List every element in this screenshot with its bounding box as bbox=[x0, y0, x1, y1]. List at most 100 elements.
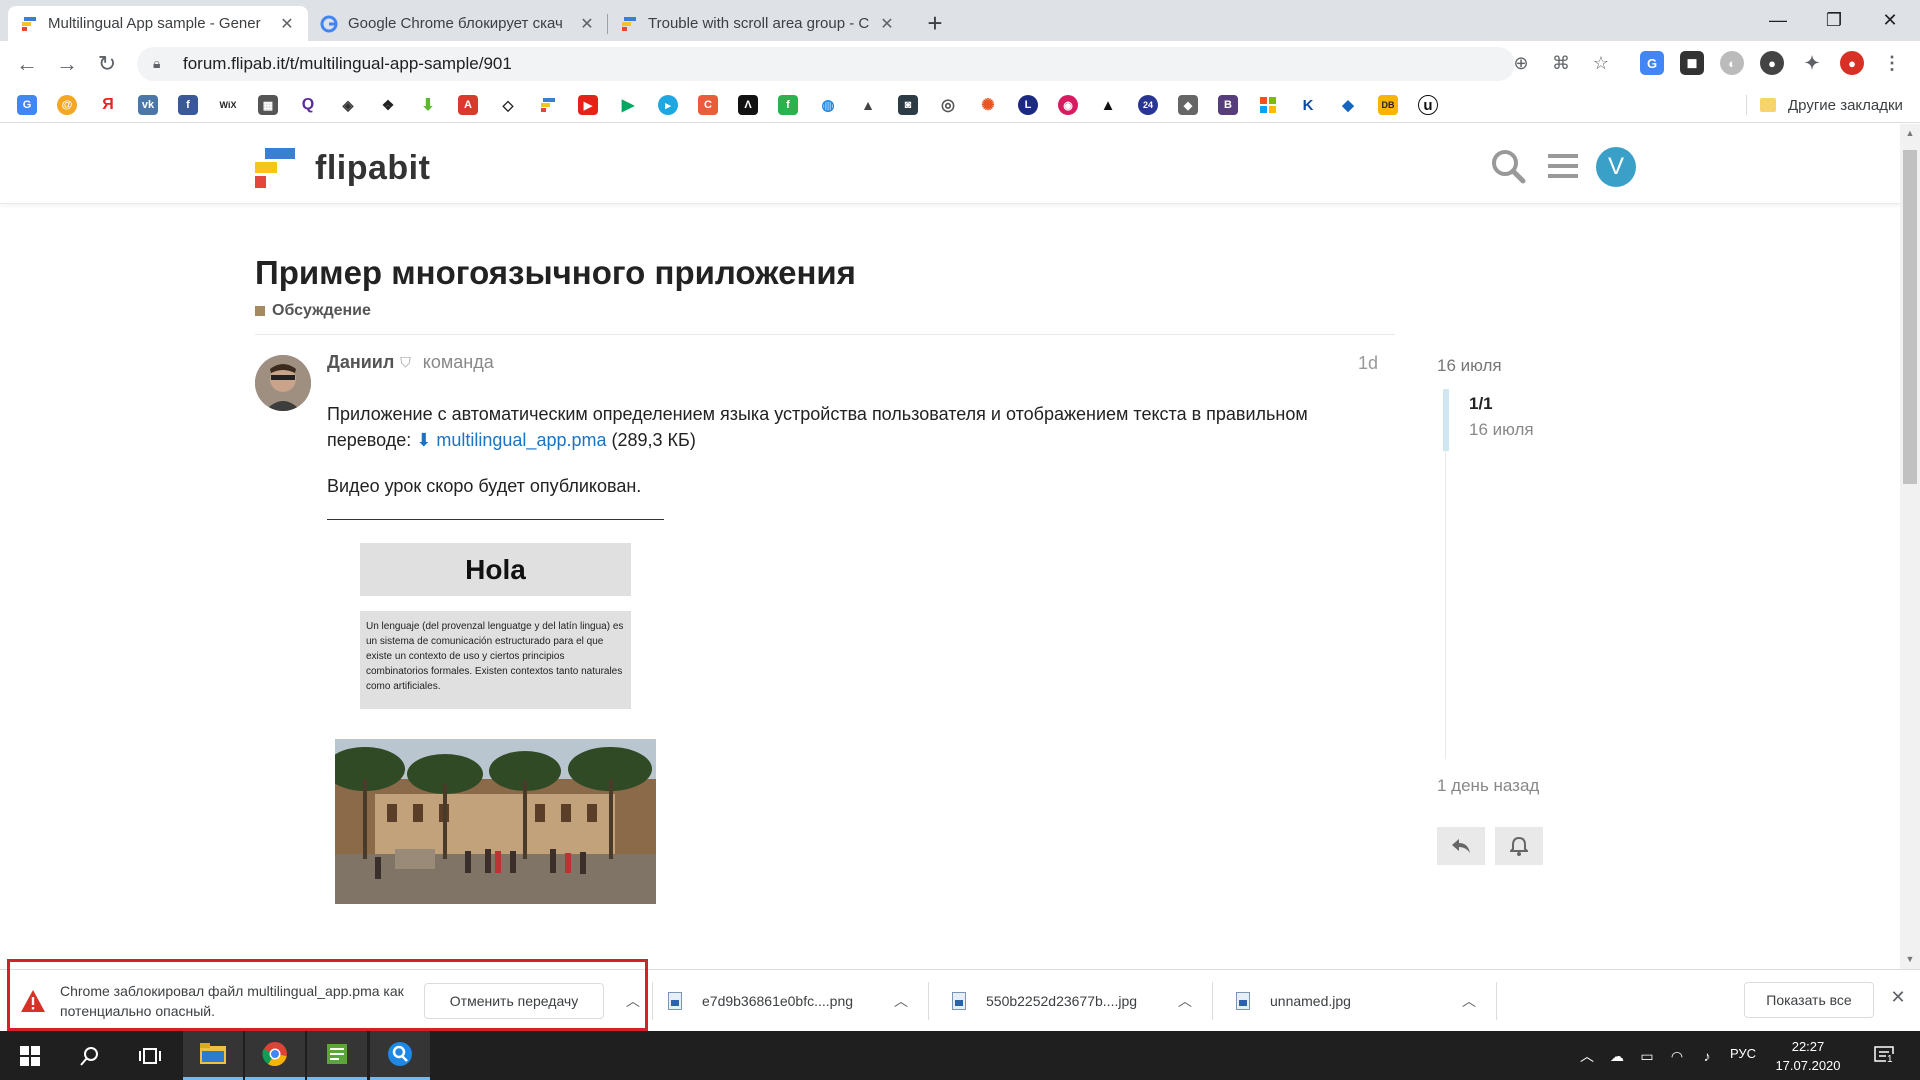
cube-extension-icon[interactable]: ◼ bbox=[1680, 51, 1704, 75]
chevron-up-icon[interactable]: ︿ bbox=[1172, 991, 1198, 1011]
close-tab-icon[interactable]: ✕ bbox=[278, 14, 296, 34]
restore-icon[interactable]: ❐ bbox=[1804, 0, 1864, 41]
tab-multilingual-app[interactable]: Multilingual App sample - Gener ✕ bbox=[8, 6, 308, 41]
circle-24-bookmark-icon[interactable]: 24 bbox=[1138, 95, 1158, 115]
hola-image[interactable]: Hola Un lenguaje (del provenzal lenguatg… bbox=[360, 543, 631, 709]
adobe-bookmark-icon[interactable]: A bbox=[458, 95, 478, 115]
camera-bookmark-icon[interactable]: ◙ bbox=[898, 95, 918, 115]
search-taskbar-button[interactable] bbox=[60, 1031, 120, 1080]
search-icon[interactable] bbox=[1488, 146, 1528, 186]
chevron-up-icon[interactable]: ︿ bbox=[888, 991, 914, 1011]
unreal-bookmark-icon[interactable]: u bbox=[1418, 95, 1438, 115]
qualtrics-bookmark-icon[interactable]: Q bbox=[298, 95, 318, 115]
tab-google-chrome[interactable]: Google Chrome блокирует скач ✕ bbox=[308, 6, 608, 41]
install-app-icon[interactable]: ⊕ bbox=[1508, 50, 1534, 76]
calculator-bookmark-icon[interactable]: ▦ bbox=[258, 95, 278, 115]
package-bookmark-icon[interactable]: ❖ bbox=[378, 95, 398, 115]
translate-icon[interactable]: ⌘ bbox=[1548, 50, 1574, 76]
page-scrollbar[interactable]: ▲ ▼ bbox=[1900, 124, 1920, 969]
volume-icon[interactable]: ♪ bbox=[1696, 1046, 1718, 1066]
post-age[interactable]: 1d bbox=[1358, 353, 1378, 374]
download-bookmark-icon[interactable]: ⬇ bbox=[418, 95, 438, 115]
feedly-bookmark-icon[interactable]: f bbox=[778, 95, 798, 115]
academic-bookmark-icon[interactable]: ▲ bbox=[1098, 95, 1118, 115]
drop-bookmark-icon[interactable]: ◍ bbox=[818, 95, 838, 115]
timeline-last-activity[interactable]: 1 день назад bbox=[1437, 776, 1539, 796]
start-button[interactable] bbox=[0, 1031, 60, 1080]
youtube-bookmark-icon[interactable]: ▶ bbox=[578, 95, 598, 115]
luna-bookmark-icon[interactable]: L bbox=[1018, 95, 1038, 115]
flipabit-bookmark-icon[interactable] bbox=[538, 95, 558, 115]
pdf-bookmark-icon[interactable]: C bbox=[698, 95, 718, 115]
graduation-bookmark-icon[interactable]: ▲ bbox=[858, 95, 878, 115]
onedrive-cloud-icon[interactable]: ☁ bbox=[1606, 1046, 1628, 1066]
plaza-photo[interactable] bbox=[335, 739, 656, 904]
target-bookmark-icon[interactable]: ◉ bbox=[1058, 95, 1078, 115]
back-icon[interactable]: ← bbox=[12, 49, 42, 79]
codepen-bookmark-icon[interactable]: ◇ bbox=[498, 95, 518, 115]
show-all-button[interactable]: Показать все bbox=[1744, 982, 1874, 1018]
attachment-link[interactable]: ⬇ multilingual_app.pma bbox=[416, 430, 606, 450]
microsoft-bookmark-icon[interactable] bbox=[1258, 95, 1278, 115]
notepad-taskbar[interactable] bbox=[307, 1031, 367, 1080]
chevron-up-icon[interactable]: ︿ bbox=[1456, 991, 1482, 1011]
action-center-icon[interactable]: 1 bbox=[1868, 1046, 1902, 1066]
site-logo[interactable]: flipabit bbox=[255, 148, 430, 188]
download-item[interactable]: unnamed.jpg ︿ bbox=[1236, 984, 1482, 1018]
minimize-icon[interactable]: — bbox=[1748, 0, 1808, 41]
google-play-bookmark-icon[interactable]: ▶ bbox=[618, 95, 638, 115]
reply-button[interactable] bbox=[1437, 827, 1485, 865]
adobe-sign-bookmark-icon[interactable]: Λ bbox=[738, 95, 758, 115]
address-bar[interactable]: 🔒︎ forum.flipab.it/t/multilingual-app-sa… bbox=[137, 47, 1515, 81]
arrow-bookmark-icon[interactable]: ◆ bbox=[1338, 95, 1358, 115]
other-bookmarks[interactable]: Другие закладки bbox=[1760, 95, 1903, 115]
db-bookmark-icon[interactable]: DB bbox=[1378, 95, 1398, 115]
notification-bell-button[interactable] bbox=[1495, 827, 1543, 865]
tab-scroll-area[interactable]: Trouble with scroll area group - C ✕ bbox=[608, 6, 908, 41]
google-translate-extension-icon[interactable]: G bbox=[1640, 51, 1664, 75]
timeline-handle[interactable] bbox=[1443, 389, 1449, 451]
author-name[interactable]: Даниил bbox=[327, 352, 394, 373]
close-tab-icon[interactable]: ✕ bbox=[878, 14, 896, 34]
wifi-icon[interactable]: ◠ bbox=[1666, 1046, 1688, 1066]
close-tab-icon[interactable]: ✕ bbox=[578, 14, 596, 34]
forward-icon[interactable]: → bbox=[52, 49, 82, 79]
at-sign-bookmark-icon[interactable]: @ bbox=[57, 95, 77, 115]
bookmark-star-icon[interactable]: ☆ bbox=[1588, 50, 1614, 76]
system-clock[interactable]: 22:27 17.07.2020 bbox=[1768, 1037, 1848, 1075]
chrome-taskbar[interactable] bbox=[245, 1031, 305, 1080]
tray-chevron-up-icon[interactable]: ︿ bbox=[1576, 1046, 1598, 1066]
scroll-thumb[interactable] bbox=[1903, 150, 1917, 484]
download-item[interactable]: 550b2252d23677b....jpg ︿ bbox=[952, 984, 1198, 1018]
new-tab-icon[interactable]: + bbox=[921, 8, 949, 39]
browser-app-taskbar[interactable] bbox=[370, 1031, 430, 1080]
timeline-start-date[interactable]: 16 июля bbox=[1437, 356, 1502, 376]
menu-kebab-icon[interactable]: ⋮ bbox=[1880, 51, 1904, 75]
google-translate-bookmark-icon[interactable]: G bbox=[17, 95, 37, 115]
vpn-extension-icon[interactable]: ● bbox=[1760, 51, 1784, 75]
key-bookmark-icon[interactable]: K bbox=[1298, 95, 1318, 115]
extensions-puzzle-icon[interactable]: ✦ bbox=[1800, 51, 1824, 75]
vk-bookmark-icon[interactable]: vk bbox=[138, 95, 158, 115]
task-view-button[interactable] bbox=[120, 1031, 180, 1080]
author-avatar[interactable] bbox=[255, 355, 311, 411]
scroll-down-icon[interactable]: ▼ bbox=[1900, 954, 1920, 964]
file-explorer-taskbar[interactable] bbox=[183, 1031, 243, 1080]
input-language[interactable]: РУС bbox=[1730, 1046, 1756, 1061]
download-item[interactable]: e7d9b36861e0bfc....png ︿ bbox=[668, 984, 914, 1018]
globe-bookmark-icon[interactable]: ◎ bbox=[938, 95, 958, 115]
profile-avatar-icon[interactable]: ● bbox=[1840, 51, 1864, 75]
facebook-bookmark-icon[interactable]: f bbox=[178, 95, 198, 115]
scroll-up-icon[interactable]: ▲ bbox=[1900, 128, 1920, 138]
ubuntu-bookmark-icon[interactable]: ✺ bbox=[978, 95, 998, 115]
user-avatar[interactable]: V bbox=[1596, 147, 1636, 187]
cube-bookmark-icon[interactable]: ◈ bbox=[338, 95, 358, 115]
wix-bookmark-icon[interactable]: WiX bbox=[218, 95, 238, 115]
play-circle-bookmark-icon[interactable]: ▸ bbox=[658, 95, 678, 115]
close-window-icon[interactable]: ✕ bbox=[1860, 0, 1920, 41]
category-badge[interactable]: Обсуждение bbox=[255, 302, 371, 320]
hamburger-menu-icon[interactable] bbox=[1543, 146, 1583, 186]
close-shelf-icon[interactable]: ✕ bbox=[1886, 987, 1910, 1011]
yandex-bookmark-icon[interactable]: Я bbox=[98, 95, 118, 115]
compass-extension-icon[interactable]: ◐ bbox=[1720, 51, 1744, 75]
